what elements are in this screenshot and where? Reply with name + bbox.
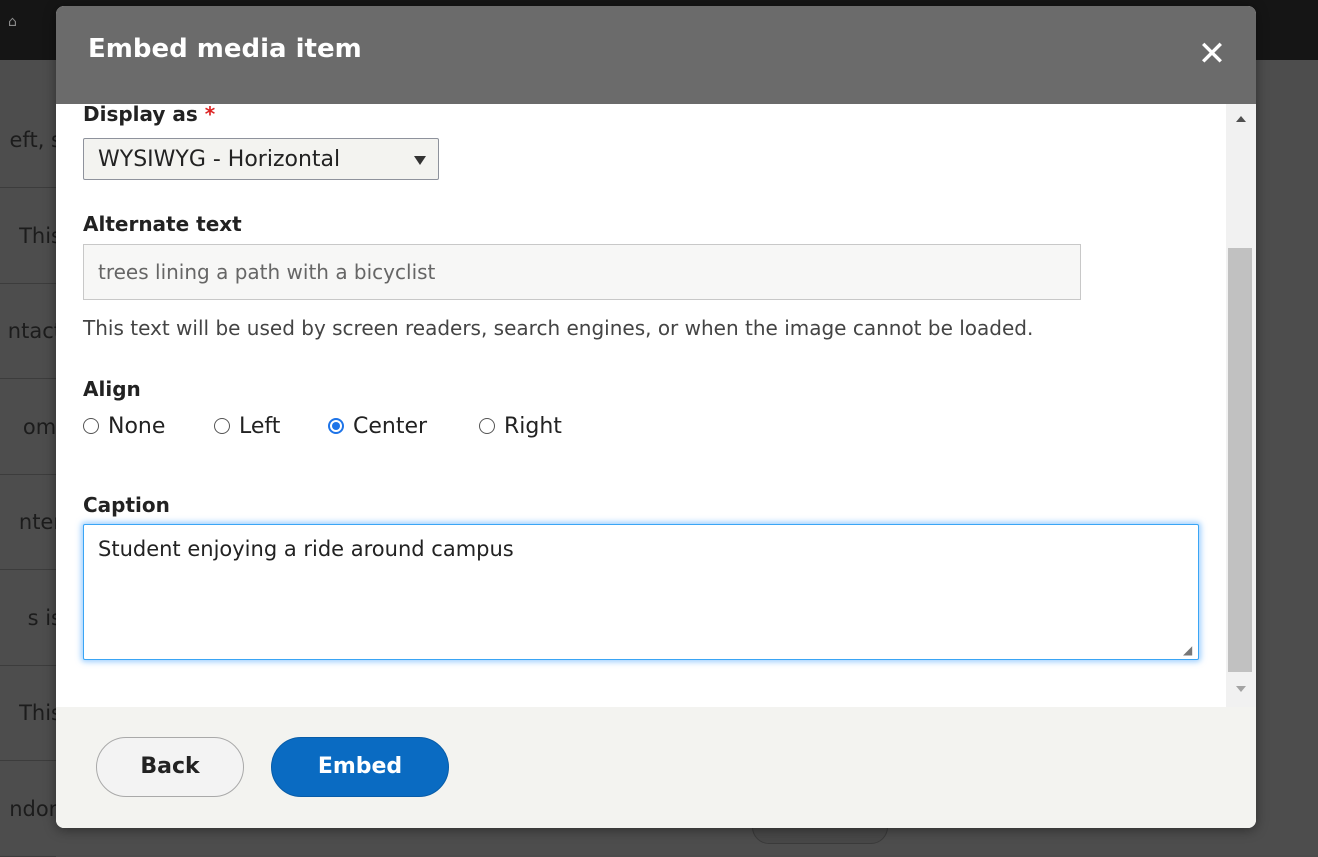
back-button[interactable]: Back	[96, 737, 244, 797]
background-row: This	[0, 665, 56, 761]
radio-checked-icon	[328, 418, 344, 434]
alt-text-help: This text will be used by screen readers…	[83, 316, 1034, 340]
alt-text-input[interactable]: trees lining a path with a bicyclist	[83, 244, 1081, 300]
background-row: ndon	[0, 761, 56, 857]
radio-circle-icon	[479, 418, 495, 434]
dialog-title: Embed media item	[88, 34, 362, 64]
required-marker: *	[204, 104, 216, 126]
display-as-value: WYSIWYG - Horizontal	[98, 147, 341, 172]
radio-label: None	[108, 414, 166, 439]
background-row: s is	[0, 570, 56, 666]
align-label: Align	[83, 377, 141, 401]
caption-textarea[interactable]: Student enjoying a ride around campus ◢	[83, 524, 1199, 660]
alt-text-label: Alternate text	[83, 212, 242, 236]
scroll-thumb[interactable]	[1228, 248, 1252, 672]
dialog-body[interactable]: Display as * WYSIWYG - Horizontal Altern…	[56, 104, 1226, 707]
dialog-header: Embed media item ✕	[56, 6, 1256, 104]
embed-button[interactable]: Embed	[271, 737, 449, 797]
chevron-down-icon	[414, 156, 426, 165]
caption-value: Student enjoying a ride around campus	[98, 537, 514, 561]
display-as-select[interactable]: WYSIWYG - Horizontal	[83, 138, 439, 180]
home-icon: ⌂	[8, 14, 17, 30]
close-icon[interactable]: ✕	[1194, 36, 1230, 72]
radio-circle-icon	[214, 418, 230, 434]
background-row: ntact	[0, 283, 56, 379]
radio-label: Center	[353, 414, 428, 439]
background-row: This	[0, 188, 56, 284]
radio-label: Left	[239, 414, 281, 439]
caption-label: Caption	[83, 493, 170, 517]
background-row: nter	[0, 474, 56, 570]
resize-handle-icon[interactable]: ◢	[1183, 644, 1195, 656]
dialog-footer: Back Embed	[56, 707, 1256, 828]
embed-media-dialog: Embed media item ✕ Display as * WYSIWYG …	[56, 6, 1256, 828]
dialog-scrollbar[interactable]	[1226, 104, 1256, 707]
scroll-up-icon[interactable]	[1236, 116, 1246, 122]
background-row: omi	[0, 379, 56, 475]
radio-label: Right	[504, 414, 562, 439]
background-row: eft, s	[0, 92, 56, 188]
radio-circle-icon	[83, 418, 99, 434]
display-as-label: Display as *	[83, 104, 216, 126]
scroll-down-icon[interactable]	[1236, 686, 1246, 692]
